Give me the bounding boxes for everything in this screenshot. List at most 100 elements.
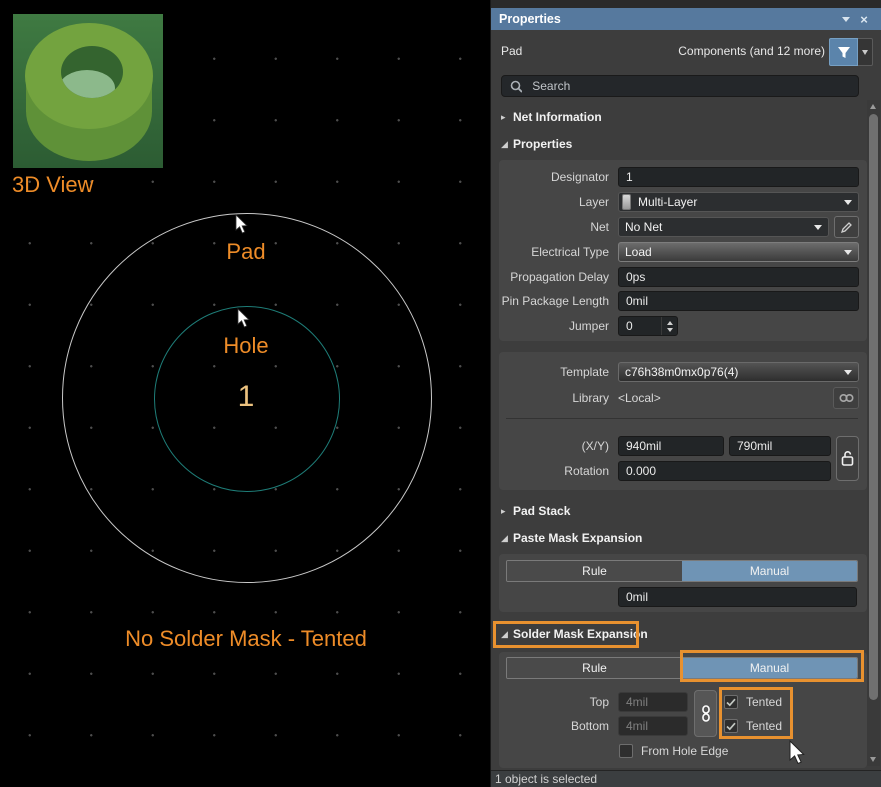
- spin-down-icon[interactable]: [667, 328, 673, 332]
- chain-link-icon: [839, 393, 854, 403]
- canvas-caption: No Solder Mask - Tented: [0, 626, 492, 652]
- x-field[interactable]: [618, 436, 724, 456]
- check-icon: [726, 722, 736, 731]
- scroll-down-icon[interactable]: [870, 757, 876, 762]
- search-box[interactable]: [501, 75, 859, 97]
- solder-mask-group: Rule Manual Top Bottom Tented: [499, 652, 867, 768]
- jumper-label: Jumper: [499, 319, 609, 333]
- tented-top-label: Tented: [746, 695, 782, 709]
- template-dropdown[interactable]: c76h38m0mx0p76(4): [618, 362, 859, 382]
- pin-package-length-field[interactable]: [618, 291, 859, 311]
- hole-annotation: Hole: [0, 333, 492, 359]
- pad-designator-text: 1: [0, 380, 492, 414]
- chevron-expanded-icon: ◢: [501, 139, 513, 150]
- chevron-down-icon: [844, 200, 852, 205]
- vertical-scrollbar[interactable]: [867, 100, 880, 766]
- scroll-up-icon[interactable]: [870, 104, 876, 109]
- section-solder-mask-expansion[interactable]: ◢ Solder Mask Expansion: [491, 625, 867, 643]
- solder-rule-button[interactable]: Rule: [507, 658, 682, 678]
- section-net-information[interactable]: ▸ Net Information: [491, 108, 867, 126]
- section-pad-stack[interactable]: ▸ Pad Stack: [491, 502, 867, 520]
- tented-bottom-checkbox[interactable]: [724, 719, 738, 733]
- chevron-down-icon: [844, 250, 852, 255]
- tented-top-checkbox[interactable]: [724, 695, 738, 709]
- scope-label[interactable]: Components (and 12 more): [678, 44, 825, 58]
- edit-net-button[interactable]: [834, 216, 859, 238]
- propagation-delay-field[interactable]: [618, 267, 859, 287]
- library-row: Library <Local>: [499, 388, 867, 408]
- net-dropdown[interactable]: No Net: [618, 217, 829, 237]
- panel-menu-icon[interactable]: [837, 13, 855, 25]
- pcb-canvas[interactable]: 3D View Pad Hole 1 No Solder Mask - Tent…: [0, 0, 490, 787]
- close-icon[interactable]: ×: [855, 12, 873, 27]
- status-text: 1 object is selected: [495, 772, 597, 786]
- paste-rule-button[interactable]: Rule: [507, 561, 682, 581]
- vertical-chain-icon: [701, 705, 711, 722]
- filter-button[interactable]: [829, 38, 858, 66]
- lock-position-button[interactable]: [836, 436, 859, 481]
- net-row: Net No Net: [499, 217, 867, 237]
- chevron-expanded-icon: ◢: [501, 629, 513, 640]
- paste-mask-group: Rule Manual: [499, 554, 867, 612]
- rotation-row: Rotation: [499, 461, 867, 481]
- tented-top-option[interactable]: Tented: [724, 695, 782, 709]
- search-input[interactable]: [530, 78, 850, 94]
- filter-dropdown-button[interactable]: [858, 38, 873, 66]
- unlock-icon: [841, 450, 854, 467]
- designator-row: Designator: [499, 167, 867, 187]
- xy-row: (X/Y): [499, 436, 867, 456]
- pin-package-length-label: Pin Package Length: [499, 294, 609, 308]
- paste-manual-button[interactable]: Manual: [682, 561, 857, 581]
- rotation-field[interactable]: [618, 461, 831, 481]
- solder-top-row: Top: [499, 692, 867, 712]
- from-hole-edge-checkbox[interactable]: [619, 744, 633, 758]
- pin-package-length-row: Pin Package Length: [499, 291, 867, 311]
- jumper-row: Jumper 0: [499, 316, 867, 336]
- chevron-right-icon: ▸: [501, 506, 513, 517]
- scrollbar-thumb[interactable]: [869, 114, 878, 700]
- designator-field[interactable]: [618, 167, 859, 187]
- y-field[interactable]: [729, 436, 831, 456]
- search-icon: [510, 80, 522, 93]
- chevron-expanded-icon: ◢: [501, 533, 513, 544]
- link-top-bottom-button[interactable]: [694, 690, 717, 737]
- chevron-down-icon: [844, 370, 852, 375]
- jumper-stepper[interactable]: 0: [618, 316, 678, 336]
- chevron-right-icon: ▸: [501, 112, 513, 123]
- rotation-label: Rotation: [499, 464, 609, 478]
- solder-top-field[interactable]: [618, 692, 688, 712]
- panel-titlebar: Properties ×: [491, 8, 881, 30]
- electrical-type-dropdown[interactable]: Load: [618, 242, 859, 262]
- paste-mask-value-field[interactable]: [618, 587, 857, 607]
- status-bar: 1 object is selected: [491, 770, 881, 787]
- library-label: Library: [499, 391, 609, 405]
- tented-bottom-label: Tented: [746, 719, 782, 733]
- funnel-icon: [837, 46, 851, 59]
- panel-top-strip: [491, 0, 881, 8]
- from-hole-edge-label: From Hole Edge: [641, 744, 728, 758]
- spin-up-icon[interactable]: [667, 321, 673, 325]
- layer-color-swatch: [622, 194, 631, 210]
- paste-mask-mode-toggle: Rule Manual: [506, 560, 858, 582]
- view3d-label: 3D View: [12, 172, 94, 198]
- from-hole-edge-option[interactable]: From Hole Edge: [619, 744, 728, 758]
- properties-group: Designator Layer Multi-Layer Net No Net: [499, 160, 867, 341]
- group-divider: [506, 418, 858, 419]
- tented-bottom-option[interactable]: Tented: [724, 719, 782, 733]
- template-position-group: Template c76h38m0mx0p76(4) Library <Loca…: [499, 352, 867, 490]
- electrical-type-label: Electrical Type: [499, 245, 609, 259]
- propagation-delay-row: Propagation Delay: [499, 267, 867, 287]
- layer-dropdown[interactable]: Multi-Layer: [618, 192, 859, 212]
- pad-annotation: Pad: [0, 239, 492, 265]
- section-paste-mask-expansion[interactable]: ◢ Paste Mask Expansion: [491, 529, 867, 547]
- panel-title: Properties: [499, 12, 837, 26]
- check-icon: [726, 698, 736, 707]
- template-row: Template c76h38m0mx0p76(4): [499, 362, 867, 382]
- section-properties[interactable]: ◢ Properties: [491, 135, 867, 153]
- xy-label: (X/Y): [499, 439, 609, 453]
- solder-bottom-field[interactable]: [618, 716, 688, 736]
- solder-manual-button[interactable]: Manual: [682, 658, 857, 678]
- library-link-button[interactable]: [833, 387, 859, 409]
- pencil-icon: [840, 221, 853, 234]
- designator-label: Designator: [499, 170, 609, 184]
